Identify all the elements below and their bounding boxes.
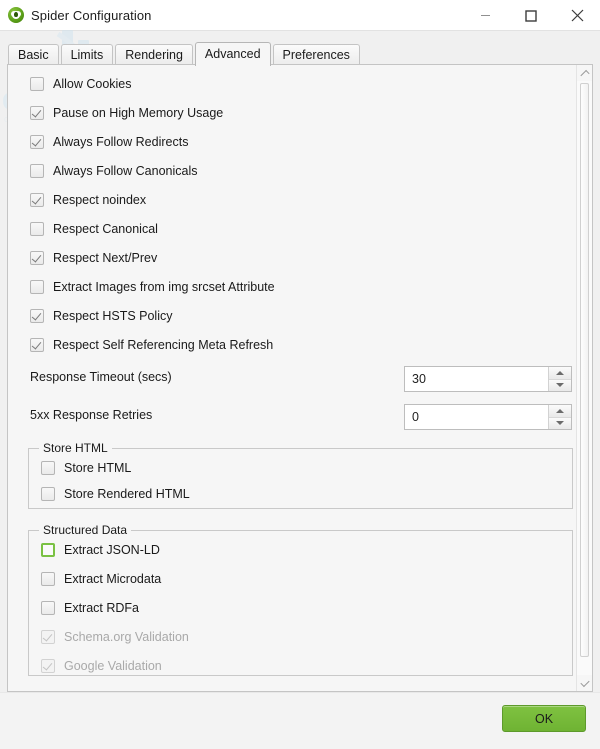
vertical-scrollbar[interactable]: [576, 65, 592, 691]
spider-icon: [8, 7, 24, 23]
checkbox-respect-next-prev[interactable]: Respect Next/Prev: [30, 249, 157, 267]
title-bar: Spider Configuration: [0, 0, 600, 31]
checkbox-box[interactable]: [30, 251, 44, 265]
scrollbar-thumb[interactable]: [580, 83, 589, 657]
checkbox-box[interactable]: [30, 77, 44, 91]
checkbox-box[interactable]: [30, 106, 44, 120]
checkbox-label: Google Validation: [64, 659, 162, 673]
checkbox-pause-on-high-memory-usage[interactable]: Pause on High Memory Usage: [30, 104, 223, 122]
checkbox-box: [41, 630, 55, 644]
checkbox-label: Respect Next/Prev: [53, 251, 157, 265]
spinner-up-button[interactable]: [549, 405, 571, 417]
checkbox-label: Respect Canonical: [53, 222, 158, 236]
window-controls: [462, 0, 600, 31]
checkbox-box[interactable]: [30, 309, 44, 323]
tab-limits[interactable]: Limits: [61, 44, 114, 66]
checkbox-extract-microdata[interactable]: Extract Microdata: [41, 570, 161, 588]
spinner-down-button[interactable]: [549, 417, 571, 430]
checkbox-label: Store HTML: [64, 461, 131, 475]
checkbox-extract-images-from-img-srcset[interactable]: Extract Images from img srcset Attribute: [30, 278, 275, 296]
advanced-settings-panel: Allow Cookies Pause on High Memory Usage…: [7, 64, 593, 692]
checkbox-label: Extract Images from img srcset Attribute: [53, 280, 275, 294]
checkbox-box[interactable]: [41, 601, 55, 615]
tab-rendering[interactable]: Rendering: [115, 44, 193, 66]
checkbox-label: Allow Cookies: [53, 77, 132, 91]
caret-down-icon: [556, 383, 564, 387]
checkbox-google-validation: Google Validation: [41, 657, 162, 675]
close-button[interactable]: [554, 0, 600, 31]
field-5xx-response-retries: 5xx Response Retries 0: [8, 404, 578, 430]
tab-preferences[interactable]: Preferences: [273, 44, 360, 66]
checkbox-allow-cookies[interactable]: Allow Cookies: [30, 75, 132, 93]
dialog-footer: OK: [0, 692, 600, 749]
checkbox-box[interactable]: [30, 164, 44, 178]
checkbox-label: Store Rendered HTML: [64, 487, 190, 501]
scroll-down-button[interactable]: [577, 675, 592, 691]
field-label: 5xx Response Retries: [30, 408, 152, 422]
maximize-button[interactable]: [508, 0, 554, 31]
group-title: Store HTML: [39, 441, 112, 455]
chevron-down-icon: [580, 677, 589, 686]
spinner-buttons: [548, 367, 571, 391]
checkbox-box[interactable]: [30, 338, 44, 352]
spinner-buttons: [548, 405, 571, 429]
checkbox-label: Always Follow Canonicals: [53, 164, 198, 178]
checkbox-always-follow-canonicals[interactable]: Always Follow Canonicals: [30, 162, 198, 180]
checkbox-store-html[interactable]: Store HTML: [41, 459, 131, 477]
checkbox-box[interactable]: [41, 487, 55, 501]
checkbox-always-follow-redirects[interactable]: Always Follow Redirects: [30, 133, 188, 151]
checkbox-store-rendered-html[interactable]: Store Rendered HTML: [41, 485, 190, 503]
checkbox-box[interactable]: [30, 135, 44, 149]
minimize-button[interactable]: [462, 0, 508, 31]
scrollbar-track[interactable]: [577, 81, 592, 675]
checkbox-label: Respect Self Referencing Meta Refresh: [53, 338, 273, 352]
settings-content: Allow Cookies Pause on High Memory Usage…: [8, 65, 578, 691]
tab-advanced[interactable]: Advanced: [195, 42, 271, 66]
chevron-up-icon: [580, 69, 589, 78]
scroll-up-button[interactable]: [577, 65, 592, 81]
checkbox-respect-self-referencing-meta-refresh[interactable]: Respect Self Referencing Meta Refresh: [30, 336, 273, 354]
checkbox-box[interactable]: [30, 280, 44, 294]
spinner-down-button[interactable]: [549, 379, 571, 392]
spinner-5xx-response-retries[interactable]: 0: [404, 404, 572, 430]
checkbox-respect-hsts-policy[interactable]: Respect HSTS Policy: [30, 307, 172, 325]
tab-basic[interactable]: Basic: [8, 44, 59, 66]
checkbox-extract-rdfa[interactable]: Extract RDFa: [41, 599, 139, 617]
checkbox-label: Schema.org Validation: [64, 630, 189, 644]
field-response-timeout: Response Timeout (secs) 30: [8, 366, 578, 392]
checkbox-box: [41, 659, 55, 673]
checkbox-label: Extract JSON-LD: [64, 543, 160, 557]
field-label: Response Timeout (secs): [30, 370, 172, 384]
checkbox-respect-noindex[interactable]: Respect noindex: [30, 191, 146, 209]
checkbox-label: Respect noindex: [53, 193, 146, 207]
checkbox-schema-org-validation: Schema.org Validation: [41, 628, 189, 646]
group-title: Structured Data: [39, 523, 131, 537]
caret-up-icon: [556, 409, 564, 413]
response-timeout-input[interactable]: 30: [405, 367, 548, 391]
checkbox-label: Extract Microdata: [64, 572, 161, 586]
checkbox-label: Pause on High Memory Usage: [53, 106, 223, 120]
spinner-up-button[interactable]: [549, 367, 571, 379]
checkbox-box[interactable]: [41, 461, 55, 475]
checkbox-label: Respect HSTS Policy: [53, 309, 172, 323]
spinner-response-timeout[interactable]: 30: [404, 366, 572, 392]
retries-input[interactable]: 0: [405, 405, 548, 429]
spider-configuration-window: Spider Configuration: [0, 0, 600, 749]
group-structured-data: Structured Data Extract JSON-LD Extract …: [28, 530, 573, 676]
group-store-html: Store HTML Store HTML Store Rendered HTM…: [28, 448, 573, 509]
checkbox-label: Always Follow Redirects: [53, 135, 188, 149]
checkbox-box[interactable]: [30, 193, 44, 207]
checkbox-box[interactable]: [30, 222, 44, 236]
checkbox-box[interactable]: [41, 572, 55, 586]
checkbox-extract-json-ld[interactable]: Extract JSON-LD: [41, 541, 160, 559]
checkbox-label: Extract RDFa: [64, 601, 139, 615]
checkbox-box[interactable]: [41, 543, 55, 557]
caret-up-icon: [556, 371, 564, 375]
caret-down-icon: [556, 421, 564, 425]
ok-button[interactable]: OK: [502, 705, 586, 732]
checkbox-respect-canonical[interactable]: Respect Canonical: [30, 220, 158, 238]
tab-bar: Basic Limits Rendering Advanced Preferen…: [0, 31, 600, 65]
window-title: Spider Configuration: [31, 8, 152, 23]
